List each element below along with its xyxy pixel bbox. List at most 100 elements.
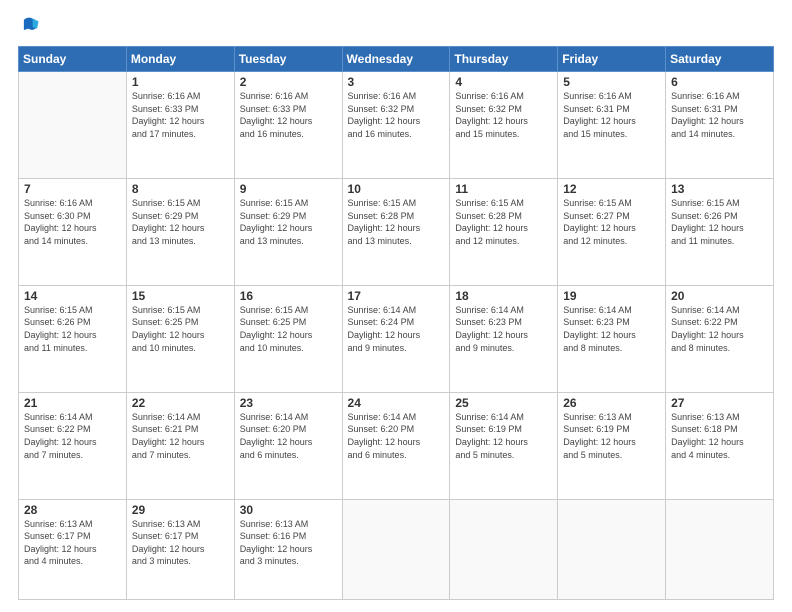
day-number: 14: [24, 289, 121, 303]
calendar-table: SundayMondayTuesdayWednesdayThursdayFrid…: [18, 46, 774, 600]
calendar-cell: [558, 499, 666, 599]
day-info: Sunrise: 6:15 AM Sunset: 6:29 PM Dayligh…: [240, 197, 337, 247]
calendar-header-friday: Friday: [558, 47, 666, 72]
calendar-cell: 18Sunrise: 6:14 AM Sunset: 6:23 PM Dayli…: [450, 285, 558, 392]
day-number: 23: [240, 396, 337, 410]
logo: [18, 18, 40, 36]
calendar-week-row: 7Sunrise: 6:16 AM Sunset: 6:30 PM Daylig…: [19, 178, 774, 285]
day-info: Sunrise: 6:15 AM Sunset: 6:26 PM Dayligh…: [671, 197, 768, 247]
day-number: 28: [24, 503, 121, 517]
calendar-cell: [450, 499, 558, 599]
calendar-cell: 24Sunrise: 6:14 AM Sunset: 6:20 PM Dayli…: [342, 392, 450, 499]
calendar-cell: 29Sunrise: 6:13 AM Sunset: 6:17 PM Dayli…: [126, 499, 234, 599]
calendar-cell: 21Sunrise: 6:14 AM Sunset: 6:22 PM Dayli…: [19, 392, 127, 499]
calendar-cell: 3Sunrise: 6:16 AM Sunset: 6:32 PM Daylig…: [342, 72, 450, 179]
calendar-cell: 5Sunrise: 6:16 AM Sunset: 6:31 PM Daylig…: [558, 72, 666, 179]
day-number: 21: [24, 396, 121, 410]
day-info: Sunrise: 6:13 AM Sunset: 6:18 PM Dayligh…: [671, 411, 768, 461]
calendar-cell: 16Sunrise: 6:15 AM Sunset: 6:25 PM Dayli…: [234, 285, 342, 392]
calendar-header-tuesday: Tuesday: [234, 47, 342, 72]
calendar-cell: [19, 72, 127, 179]
day-info: Sunrise: 6:15 AM Sunset: 6:27 PM Dayligh…: [563, 197, 660, 247]
day-number: 3: [348, 75, 445, 89]
day-info: Sunrise: 6:16 AM Sunset: 6:33 PM Dayligh…: [132, 90, 229, 140]
day-info: Sunrise: 6:16 AM Sunset: 6:31 PM Dayligh…: [671, 90, 768, 140]
calendar-cell: 13Sunrise: 6:15 AM Sunset: 6:26 PM Dayli…: [666, 178, 774, 285]
calendar-cell: 30Sunrise: 6:13 AM Sunset: 6:16 PM Dayli…: [234, 499, 342, 599]
day-info: Sunrise: 6:16 AM Sunset: 6:30 PM Dayligh…: [24, 197, 121, 247]
day-number: 19: [563, 289, 660, 303]
day-number: 9: [240, 182, 337, 196]
day-info: Sunrise: 6:14 AM Sunset: 6:20 PM Dayligh…: [348, 411, 445, 461]
day-info: Sunrise: 6:13 AM Sunset: 6:17 PM Dayligh…: [24, 518, 121, 568]
calendar-cell: 27Sunrise: 6:13 AM Sunset: 6:18 PM Dayli…: [666, 392, 774, 499]
day-info: Sunrise: 6:14 AM Sunset: 6:24 PM Dayligh…: [348, 304, 445, 354]
day-info: Sunrise: 6:13 AM Sunset: 6:17 PM Dayligh…: [132, 518, 229, 568]
logo-icon: [18, 14, 40, 36]
day-number: 15: [132, 289, 229, 303]
calendar-cell: 2Sunrise: 6:16 AM Sunset: 6:33 PM Daylig…: [234, 72, 342, 179]
day-number: 1: [132, 75, 229, 89]
day-info: Sunrise: 6:13 AM Sunset: 6:19 PM Dayligh…: [563, 411, 660, 461]
day-number: 25: [455, 396, 552, 410]
day-number: 27: [671, 396, 768, 410]
calendar-cell: 28Sunrise: 6:13 AM Sunset: 6:17 PM Dayli…: [19, 499, 127, 599]
day-info: Sunrise: 6:15 AM Sunset: 6:25 PM Dayligh…: [132, 304, 229, 354]
day-number: 4: [455, 75, 552, 89]
day-number: 29: [132, 503, 229, 517]
calendar-cell: 19Sunrise: 6:14 AM Sunset: 6:23 PM Dayli…: [558, 285, 666, 392]
day-info: Sunrise: 6:15 AM Sunset: 6:25 PM Dayligh…: [240, 304, 337, 354]
day-info: Sunrise: 6:16 AM Sunset: 6:32 PM Dayligh…: [455, 90, 552, 140]
day-info: Sunrise: 6:15 AM Sunset: 6:29 PM Dayligh…: [132, 197, 229, 247]
day-number: 16: [240, 289, 337, 303]
calendar-cell: 9Sunrise: 6:15 AM Sunset: 6:29 PM Daylig…: [234, 178, 342, 285]
day-number: 10: [348, 182, 445, 196]
day-info: Sunrise: 6:15 AM Sunset: 6:26 PM Dayligh…: [24, 304, 121, 354]
day-info: Sunrise: 6:14 AM Sunset: 6:21 PM Dayligh…: [132, 411, 229, 461]
calendar-cell: 10Sunrise: 6:15 AM Sunset: 6:28 PM Dayli…: [342, 178, 450, 285]
day-number: 30: [240, 503, 337, 517]
day-info: Sunrise: 6:14 AM Sunset: 6:20 PM Dayligh…: [240, 411, 337, 461]
calendar-cell: 23Sunrise: 6:14 AM Sunset: 6:20 PM Dayli…: [234, 392, 342, 499]
calendar-cell: 12Sunrise: 6:15 AM Sunset: 6:27 PM Dayli…: [558, 178, 666, 285]
day-number: 17: [348, 289, 445, 303]
calendar-week-row: 1Sunrise: 6:16 AM Sunset: 6:33 PM Daylig…: [19, 72, 774, 179]
calendar-cell: 1Sunrise: 6:16 AM Sunset: 6:33 PM Daylig…: [126, 72, 234, 179]
calendar-cell: 8Sunrise: 6:15 AM Sunset: 6:29 PM Daylig…: [126, 178, 234, 285]
calendar-cell: 4Sunrise: 6:16 AM Sunset: 6:32 PM Daylig…: [450, 72, 558, 179]
calendar-header-monday: Monday: [126, 47, 234, 72]
day-number: 7: [24, 182, 121, 196]
calendar-header-row: SundayMondayTuesdayWednesdayThursdayFrid…: [19, 47, 774, 72]
calendar-cell: 6Sunrise: 6:16 AM Sunset: 6:31 PM Daylig…: [666, 72, 774, 179]
calendar-cell: 20Sunrise: 6:14 AM Sunset: 6:22 PM Dayli…: [666, 285, 774, 392]
calendar-cell: [666, 499, 774, 599]
day-number: 12: [563, 182, 660, 196]
calendar-cell: 7Sunrise: 6:16 AM Sunset: 6:30 PM Daylig…: [19, 178, 127, 285]
day-info: Sunrise: 6:14 AM Sunset: 6:22 PM Dayligh…: [671, 304, 768, 354]
calendar-cell: 11Sunrise: 6:15 AM Sunset: 6:28 PM Dayli…: [450, 178, 558, 285]
day-info: Sunrise: 6:15 AM Sunset: 6:28 PM Dayligh…: [348, 197, 445, 247]
calendar-cell: [342, 499, 450, 599]
calendar-header-saturday: Saturday: [666, 47, 774, 72]
day-info: Sunrise: 6:14 AM Sunset: 6:19 PM Dayligh…: [455, 411, 552, 461]
calendar-header-thursday: Thursday: [450, 47, 558, 72]
calendar-week-row: 21Sunrise: 6:14 AM Sunset: 6:22 PM Dayli…: [19, 392, 774, 499]
calendar-cell: 15Sunrise: 6:15 AM Sunset: 6:25 PM Dayli…: [126, 285, 234, 392]
calendar-header-sunday: Sunday: [19, 47, 127, 72]
calendar-cell: 14Sunrise: 6:15 AM Sunset: 6:26 PM Dayli…: [19, 285, 127, 392]
calendar-cell: 26Sunrise: 6:13 AM Sunset: 6:19 PM Dayli…: [558, 392, 666, 499]
day-number: 22: [132, 396, 229, 410]
day-number: 13: [671, 182, 768, 196]
day-number: 18: [455, 289, 552, 303]
day-info: Sunrise: 6:14 AM Sunset: 6:22 PM Dayligh…: [24, 411, 121, 461]
header: [18, 18, 774, 36]
day-number: 26: [563, 396, 660, 410]
calendar-header-wednesday: Wednesday: [342, 47, 450, 72]
day-number: 11: [455, 182, 552, 196]
day-number: 5: [563, 75, 660, 89]
calendar-cell: 22Sunrise: 6:14 AM Sunset: 6:21 PM Dayli…: [126, 392, 234, 499]
day-number: 8: [132, 182, 229, 196]
calendar-cell: 17Sunrise: 6:14 AM Sunset: 6:24 PM Dayli…: [342, 285, 450, 392]
day-number: 20: [671, 289, 768, 303]
day-number: 6: [671, 75, 768, 89]
